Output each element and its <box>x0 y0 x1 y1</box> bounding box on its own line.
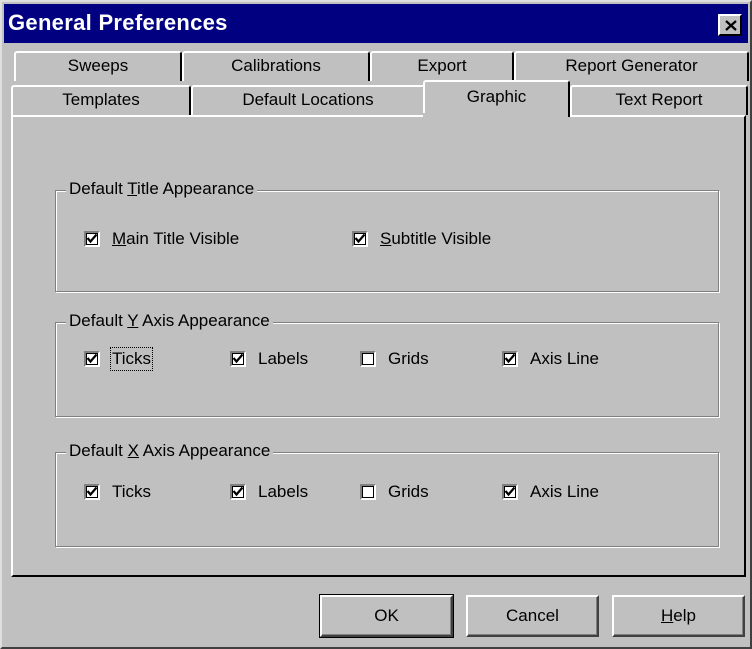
checkmark-icon <box>86 233 98 244</box>
tab-default-locations[interactable]: Default Locations <box>191 85 425 115</box>
x-axis-line-checkbox[interactable]: Axis Line <box>502 481 599 503</box>
checkmark-icon <box>504 353 516 364</box>
tab-sweeps[interactable]: Sweeps <box>14 51 182 81</box>
y-axis-appearance-label: Default Y Axis Appearance <box>66 311 273 331</box>
checkbox-box[interactable] <box>84 351 100 367</box>
checkbox-box[interactable] <box>230 351 246 367</box>
x-labels-checkbox[interactable]: Labels <box>230 481 308 503</box>
general-preferences-dialog: General Preferences Sweeps Calibrations … <box>0 0 752 649</box>
y-axis-line-checkbox[interactable]: Axis Line <box>502 348 599 370</box>
checkmark-icon <box>86 353 98 364</box>
checkbox-box[interactable] <box>352 231 368 247</box>
tab-text-report[interactable]: Text Report <box>570 85 748 115</box>
checkbox-box[interactable] <box>84 231 100 247</box>
graphic-tab-panel: Default Title Appearance Main Title Visi… <box>11 115 746 577</box>
title-bar[interactable]: General Preferences <box>4 4 748 43</box>
help-button[interactable]: Help <box>612 595 745 637</box>
tab-export[interactable]: Export <box>370 51 514 81</box>
checkbox-box[interactable] <box>502 351 518 367</box>
window-title: General Preferences <box>8 10 228 35</box>
tab-graphic[interactable]: Graphic <box>423 80 570 117</box>
checkmark-icon <box>232 486 244 497</box>
x-axis-appearance-group: Default X Axis Appearance Ticks Labels G… <box>55 441 719 547</box>
checkmark-icon <box>86 486 98 497</box>
tab-calibrations[interactable]: Calibrations <box>182 51 370 81</box>
close-button[interactable] <box>718 14 742 36</box>
ok-button[interactable]: OK <box>319 594 454 638</box>
checkmark-icon <box>232 353 244 364</box>
y-axis-appearance-group: Default Y Axis Appearance Ticks Labels G… <box>55 311 719 417</box>
tab-report-generator[interactable]: Report Generator <box>514 51 749 81</box>
tab-templates[interactable]: Templates <box>11 85 191 115</box>
checkbox-box[interactable] <box>502 484 518 500</box>
checkbox-box[interactable] <box>230 484 246 500</box>
main-title-visible-checkbox[interactable]: Main Title Visible <box>84 228 239 250</box>
subtitle-visible-checkbox[interactable]: Subtitle Visible <box>352 228 491 250</box>
checkbox-box[interactable] <box>360 484 376 500</box>
title-appearance-group: Default Title Appearance Main Title Visi… <box>55 179 719 292</box>
cancel-button[interactable]: Cancel <box>466 595 599 637</box>
x-axis-appearance-label: Default X Axis Appearance <box>66 441 274 461</box>
selected-tab-join <box>423 113 568 119</box>
checkmark-icon <box>504 486 516 497</box>
close-icon <box>725 20 737 31</box>
x-grids-checkbox[interactable]: Grids <box>360 481 429 503</box>
x-ticks-checkbox[interactable]: Ticks <box>84 481 151 503</box>
y-ticks-checkbox[interactable]: Ticks <box>84 347 154 371</box>
y-grids-checkbox[interactable]: Grids <box>360 348 429 370</box>
title-appearance-label: Default Title Appearance <box>66 179 258 199</box>
y-labels-checkbox[interactable]: Labels <box>230 348 308 370</box>
checkmark-icon <box>354 233 366 244</box>
checkbox-box[interactable] <box>360 351 376 367</box>
checkbox-box[interactable] <box>84 484 100 500</box>
